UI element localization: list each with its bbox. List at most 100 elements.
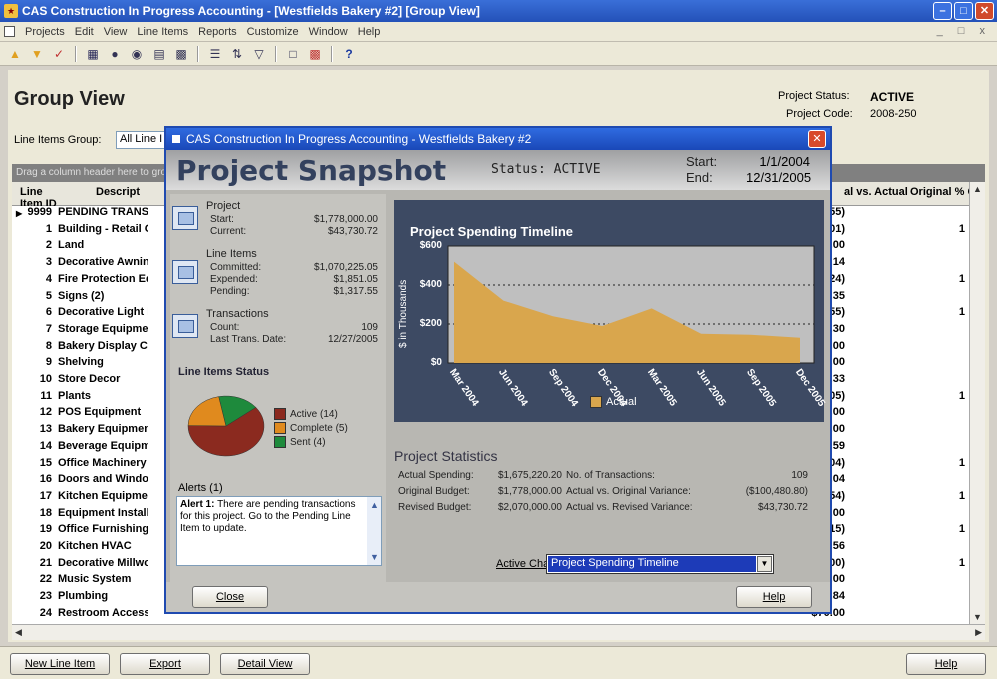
legend-swatch-complete <box>274 422 286 434</box>
ytick-400: $400 <box>419 279 442 290</box>
snapshot-status: Status: ACTIVE <box>491 162 601 177</box>
vertical-scrollbar[interactable]: ▲ ▼ <box>969 182 985 624</box>
new-line-item-button[interactable]: New Line Item <box>10 653 110 675</box>
row-description: Restroom Accessi <box>58 606 148 619</box>
alert-scrollbar[interactable]: ▲ ▼ <box>367 497 381 565</box>
close-button[interactable]: ✕ <box>975 2 994 20</box>
menu-window[interactable]: Window <box>309 26 348 38</box>
last-transaction-label: Last Trans. Date: <box>210 334 287 345</box>
window-icon[interactable]: □ <box>284 45 302 63</box>
alert-scroll-down-icon[interactable]: ▼ <box>370 551 379 563</box>
alert-list[interactable]: Alert 1: There are pending transactions … <box>176 496 382 566</box>
xtick-label: Mar 2004 <box>446 367 481 409</box>
row-description: Decorative Light F <box>58 306 148 319</box>
help-icon[interactable]: ? <box>340 45 358 63</box>
active-chart-value[interactable]: Project Spending Timeline <box>548 556 756 572</box>
group-icon[interactable]: ◉ <box>128 45 146 63</box>
row-selector-icon: ▶ <box>16 209 23 218</box>
report-icon[interactable]: ▦ <box>84 45 102 63</box>
row-description: POS Equipment <box>58 406 142 419</box>
row-line-item-id: 24 <box>39 606 52 619</box>
legend-active-label: Active (14) <box>290 408 338 420</box>
menu-line-items[interactable]: Line Items <box>137 26 188 38</box>
horizontal-scrollbar[interactable]: ◀ ▶ <box>12 624 985 640</box>
row-description: Plants <box>58 389 92 402</box>
row-line-item-id: 21 <box>39 556 52 569</box>
column-description[interactable]: Descript <box>96 186 140 198</box>
filter-icon[interactable]: ▽ <box>250 45 268 63</box>
dialog-help-button[interactable]: Help <box>736 586 812 608</box>
dialog-close-button[interactable]: Close <box>192 586 268 608</box>
row-line-item-id: 2 <box>45 239 52 252</box>
list-icon[interactable]: ☰ <box>206 45 224 63</box>
users-icon[interactable]: ● <box>106 45 124 63</box>
toolbar: ▲ ▼ ✓ ▦ ● ◉ ▤ ▩ ☰ ⇅ ▽ □ ▩ ? <box>0 42 997 66</box>
detail-view-button[interactable]: Detail View <box>220 653 310 675</box>
row-description: Bakery Equipment <box>58 423 148 436</box>
project-current-label: Current: <box>210 226 247 237</box>
menu-projects[interactable]: Projects <box>25 26 65 38</box>
row-description: Bakery Display Ca <box>58 339 148 352</box>
row-original-percent: 1 <box>958 523 965 536</box>
mdi-controls[interactable]: _ □ x <box>937 25 991 37</box>
project-statistics-title: Project Statistics <box>394 448 498 464</box>
menu-bar: Projects Edit View Line Items Reports Cu… <box>0 22 997 42</box>
transactions-label: Transactions <box>206 308 269 320</box>
app-icon: ★ <box>4 4 18 18</box>
open-project-icon[interactable]: ▲ <box>6 45 24 63</box>
legend-sent: Sent (4) <box>274 436 326 448</box>
row-line-item-id: 9 <box>45 356 52 369</box>
alert-scroll-up-icon[interactable]: ▲ <box>370 499 379 511</box>
document-icon <box>4 26 15 37</box>
menu-reports[interactable]: Reports <box>198 26 237 38</box>
row-description: Storage Equipmen <box>58 322 148 335</box>
row-line-item-id: 15 <box>39 456 52 469</box>
active-chart-select[interactable]: Project Spending Timeline ▼ <box>546 554 774 574</box>
menu-help[interactable]: Help <box>358 26 381 38</box>
transactions-section: Transactions Count: 109 Last Trans. Date… <box>170 306 386 350</box>
snapshot-title: Project Snapshot <box>176 154 447 187</box>
row-description: Decorative Awning <box>58 256 148 269</box>
transactions-icon <box>172 314 198 338</box>
actual-series-area <box>454 261 800 363</box>
edit-icon[interactable]: ✓ <box>50 45 68 63</box>
menu-view[interactable]: View <box>104 26 128 38</box>
scroll-up-icon[interactable]: ▲ <box>973 184 982 194</box>
toolbar-separator <box>75 45 77 62</box>
sort-icon[interactable]: ⇅ <box>228 45 246 63</box>
chart-legend: Actual <box>590 396 637 408</box>
menu-edit[interactable]: Edit <box>75 26 94 38</box>
xtick-label: Sep 2004 <box>545 367 580 409</box>
project-status-value: ACTIVE <box>870 90 915 104</box>
project-start-value: $1,778,000.00 <box>314 214 378 225</box>
stat-label: Original Budget: <box>398 486 470 497</box>
chevron-down-icon[interactable]: ▼ <box>757 556 772 572</box>
ytick-0: $0 <box>430 357 442 368</box>
end-label: End: <box>686 170 713 185</box>
last-transaction-value: 12/27/2005 <box>327 334 378 345</box>
dialog-close-icon[interactable]: ✕ <box>808 130 826 148</box>
scroll-down-icon[interactable]: ▼ <box>973 612 982 622</box>
project-current-value: $43,730.72 <box>327 226 378 237</box>
row-description: Music System <box>58 573 132 586</box>
xtick-label: Jun 2004 <box>496 367 530 409</box>
project-start-label: Start: <box>210 214 234 225</box>
export-button[interactable]: Export <box>120 653 210 675</box>
folder-icon[interactable]: ▼ <box>28 45 46 63</box>
scroll-left-icon[interactable]: ◀ <box>15 627 22 638</box>
tile-icon[interactable]: ▩ <box>306 45 324 63</box>
line-items-group-label: Line Items Group: <box>14 134 102 146</box>
maximize-button[interactable]: □ <box>954 2 973 20</box>
expended-label: Expended: <box>210 274 258 285</box>
scroll-right-icon[interactable]: ▶ <box>975 627 982 638</box>
row-original-percent: 1 <box>958 272 965 285</box>
row-description: PENDING TRANS <box>58 206 148 218</box>
column-variance[interactable]: al vs. Actual <box>844 186 908 198</box>
ytick-200: $200 <box>419 318 442 329</box>
row-line-item-id: 14 <box>39 439 52 452</box>
help-button[interactable]: Help <box>906 653 986 675</box>
menu-customize[interactable]: Customize <box>247 26 299 38</box>
table-icon[interactable]: ▩ <box>172 45 190 63</box>
chart-icon[interactable]: ▤ <box>150 45 168 63</box>
minimize-button[interactable]: – <box>933 2 952 20</box>
